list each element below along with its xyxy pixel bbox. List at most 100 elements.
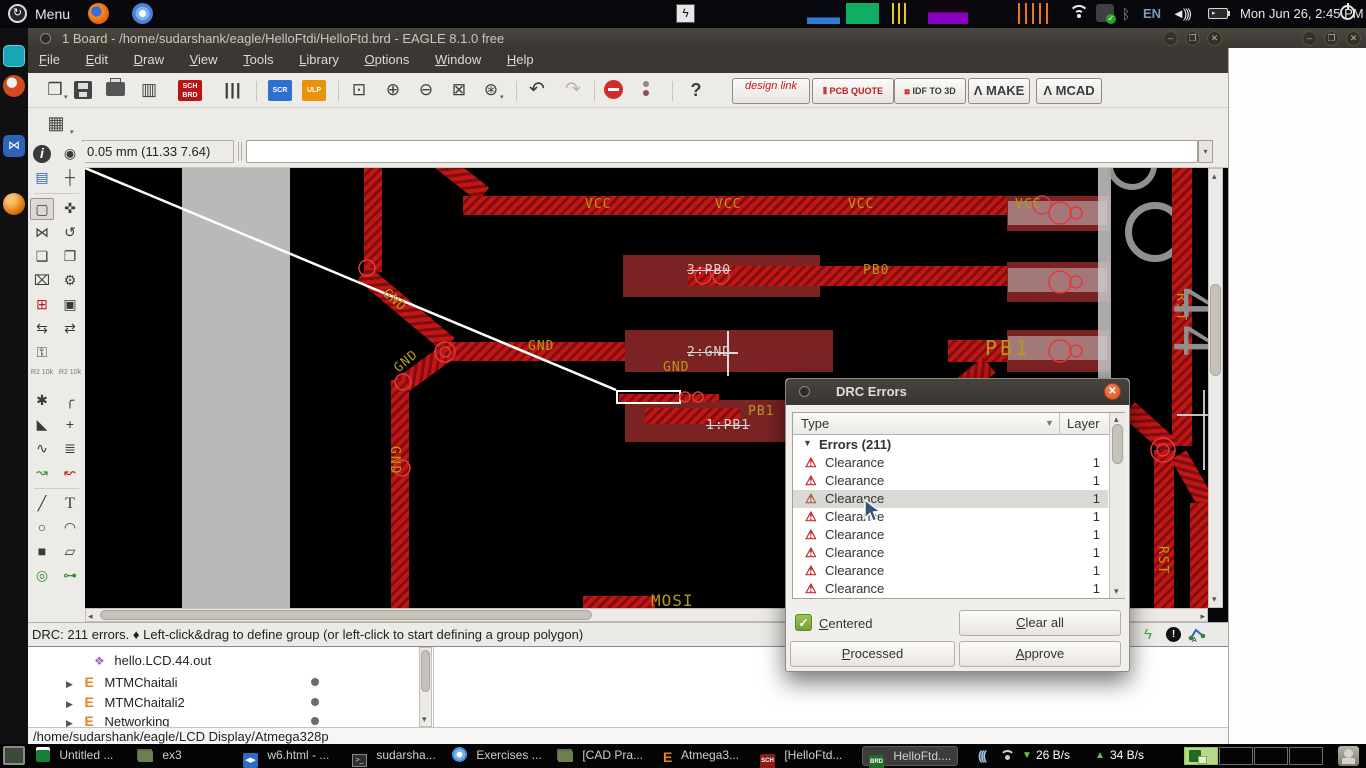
task-board-active[interactable]: BRD HelloFtd....	[862, 746, 959, 768]
gateswap-icon[interactable]: ⇄	[58, 318, 82, 340]
keyboard-layout-indicator[interactable]: EN	[1143, 6, 1161, 21]
drc-close-icon[interactable]: ✕	[1104, 383, 1121, 400]
save-icon[interactable]	[74, 81, 92, 99]
undo-icon[interactable]: ↶	[524, 78, 550, 103]
drc-error-row[interactable]: ⚠ Clearance 1	[793, 544, 1108, 562]
zoom-select-icon[interactable]: ⊠	[446, 78, 472, 103]
bg-minimize-button[interactable]: –	[1302, 31, 1317, 46]
name-icon[interactable]: R2 10k	[30, 366, 54, 388]
lock-icon[interactable]: ⚿	[30, 342, 54, 364]
mirror-icon[interactable]: ⋈	[30, 222, 54, 244]
processed-button[interactable]: Processed	[790, 641, 955, 667]
tree-scrollbar[interactable]: ▾	[419, 647, 432, 727]
dropbox-icon[interactable]: ✓	[1096, 4, 1116, 24]
centered-checkbox[interactable]: ✓	[795, 614, 812, 631]
via-icon[interactable]: ◎	[30, 565, 54, 587]
dock-icon-orange[interactable]	[3, 193, 25, 215]
sysmonitor-icon[interactable]: ϟ	[676, 4, 695, 23]
distro-menu-icon[interactable]: ↻	[8, 4, 27, 23]
add-device-icon[interactable]: ⊞	[30, 294, 54, 316]
change-icon[interactable]: ⚙	[58, 270, 82, 292]
add-module-icon[interactable]: ▣	[58, 294, 82, 316]
approve-button[interactable]: Approve	[959, 641, 1121, 667]
menu-view[interactable]: View	[179, 48, 229, 67]
task-w6[interactable]: ◀▶ w6.html - ...	[243, 746, 329, 768]
script-icon[interactable]: SCR	[268, 80, 292, 101]
signal-icon[interactable]: ⊶	[58, 565, 82, 587]
drc-error-row[interactable]: ⚠ Clearance 1	[793, 472, 1108, 490]
window-list-icon[interactable]	[3, 746, 25, 765]
redo-icon[interactable]: ↷	[560, 78, 586, 103]
window-menu-dot[interactable]	[40, 33, 51, 44]
command-dropdown-icon[interactable]: ▾	[1198, 140, 1213, 163]
volume-icon[interactable]: ◄)))	[1172, 6, 1192, 21]
workspace-2[interactable]	[1219, 747, 1253, 765]
info-icon[interactable]: i	[33, 145, 51, 163]
drc-error-row[interactable]: ⚠ Clearance 1	[793, 562, 1108, 580]
help-icon[interactable]: ?	[683, 78, 709, 103]
bluetooth-icon[interactable]: ᛒ	[1122, 6, 1130, 22]
paste-icon[interactable]: ❐	[58, 246, 82, 268]
value-icon[interactable]: R2 10k	[58, 366, 82, 388]
menu-label[interactable]: Menu	[35, 6, 70, 22]
grid-icon[interactable]: ▦	[38, 110, 74, 137]
align-icon[interactable]: ≣	[58, 438, 82, 460]
make-button[interactable]: Λ MAKE	[968, 78, 1030, 104]
workspace-1-active[interactable]	[1184, 747, 1218, 765]
expander-icon[interactable]: ▶	[66, 679, 73, 689]
menu-help[interactable]: Help	[496, 48, 545, 67]
desktop-badge-icon[interactable]	[1338, 746, 1359, 766]
collapse-icon[interactable]: ▼	[803, 438, 812, 448]
library-icon[interactable]: |||	[220, 78, 246, 103]
drc-errors-dialog[interactable]: DRC Errors ✕ Type ▼ Layer ▼ Errors (211)…	[785, 378, 1130, 672]
optimize-icon[interactable]: +	[58, 414, 82, 436]
split-icon[interactable]: ◣	[30, 414, 54, 436]
project-status-dot[interactable]	[311, 678, 319, 686]
task-ex3[interactable]: ex3	[138, 746, 182, 766]
drc-dialog-titlebar[interactable]: DRC Errors ✕	[786, 379, 1129, 405]
drc-group-row[interactable]: ▼ Errors (211)	[793, 436, 1108, 454]
drc-error-row-selected[interactable]: ⚠ Clearance 1	[793, 490, 1108, 508]
drc-table-header[interactable]: Type ▼ Layer	[793, 413, 1124, 435]
drc-list-scrollbar[interactable]: ▴ ▾	[1109, 413, 1125, 598]
print-icon[interactable]	[106, 78, 125, 96]
tree-item[interactable]: ❖ hello.LCD.44.out	[94, 653, 211, 672]
menu-options[interactable]: Options	[354, 48, 421, 67]
wifi-indicator-icon[interactable]	[1068, 5, 1090, 21]
ulp-icon[interactable]: ULP	[302, 80, 326, 101]
tree-item[interactable]: ▶ E MTMChaitali	[66, 674, 319, 693]
centered-label[interactable]: Centered	[819, 616, 872, 631]
dock-icon-browser[interactable]	[3, 75, 25, 97]
firefox-icon[interactable]	[88, 3, 109, 24]
task-exercises[interactable]: Exercises ...	[452, 746, 542, 766]
sort-icon[interactable]: ▼	[1045, 418, 1054, 428]
layers-icon[interactable]: ▤	[30, 167, 54, 189]
route-status-icon[interactable]: A	[1188, 625, 1206, 643]
close-button[interactable]: ✕	[1207, 31, 1222, 46]
command-input[interactable]	[246, 140, 1198, 163]
mark-icon[interactable]: ┼	[58, 167, 82, 189]
maximize-button[interactable]: ❐	[1185, 31, 1200, 46]
traffic-icon[interactable]	[636, 80, 655, 99]
task-untitled[interactable]: Untitled ...	[36, 746, 113, 766]
export-image-icon[interactable]: ▥	[136, 78, 162, 103]
task-schematic[interactable]: SCH [HelloFtd...	[760, 746, 842, 768]
menu-draw[interactable]: Draw	[123, 48, 175, 67]
delete-icon[interactable]: ⌧	[30, 270, 54, 292]
idf-to-3d-button[interactable]: ⧈ IDF TO 3D	[894, 78, 966, 104]
polygon-icon[interactable]: ▱	[58, 541, 82, 563]
workspace-3[interactable]	[1254, 747, 1288, 765]
zoom-fit-icon[interactable]: ⊡	[346, 78, 372, 103]
col-type[interactable]: Type	[801, 416, 829, 431]
drc-error-row[interactable]: ⚠ Clearance 1	[793, 454, 1108, 472]
menu-library[interactable]: Library	[288, 48, 350, 67]
col-layer[interactable]: Layer	[1067, 416, 1100, 431]
menu-tools[interactable]: Tools	[232, 48, 284, 67]
meander-icon[interactable]: ∿	[30, 438, 54, 460]
ripup-icon[interactable]: ↜	[58, 462, 82, 484]
bg-close-button[interactable]: ✕	[1346, 31, 1361, 46]
copy-icon[interactable]: ❏	[30, 246, 54, 268]
minimize-button[interactable]: –	[1163, 31, 1178, 46]
battery-icon[interactable]: ▸	[1208, 8, 1230, 19]
stop-icon[interactable]	[604, 80, 623, 99]
